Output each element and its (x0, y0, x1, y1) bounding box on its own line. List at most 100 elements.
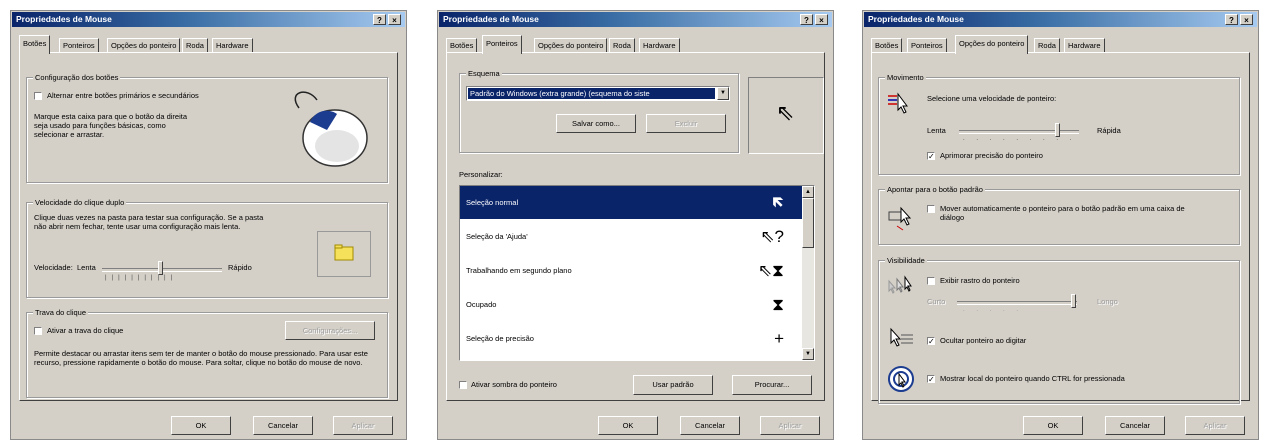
slider-ticks: . . . . . (963, 307, 1024, 313)
tab-botoes[interactable]: Botões (871, 38, 903, 53)
delete-button[interactable]: Excluir (646, 114, 726, 133)
use-default-button[interactable]: Usar padrão (633, 375, 713, 395)
chevron-down-icon[interactable]: ▼ (717, 87, 729, 100)
scrollbar[interactable]: ▲ ▼ (802, 186, 814, 360)
tab-opcoes-ponteiro[interactable]: Opções do ponteiro (955, 35, 1029, 54)
show-location-label: Mostrar local do ponteiro quando CTRL fo… (940, 374, 1125, 383)
fast-label: Rápida (1097, 126, 1121, 135)
tab-roda[interactable]: Roda (1034, 38, 1060, 53)
pointer-trails-label: Exibir rastro do ponteiro (940, 276, 1020, 285)
cursor-list-item[interactable]: Seleção da 'Ajuda' ⇖? (460, 220, 802, 253)
tab-strip: Botões Ponteiros Opções do ponteiro Roda… (871, 35, 1250, 54)
tab-opcoes-ponteiro[interactable]: Opções do ponteiro (107, 38, 181, 53)
group-label: Esquema (466, 69, 502, 78)
scheme-group: Esquema Padrão do Windows (extra grande)… (459, 69, 739, 153)
browse-button[interactable]: Procurar... (732, 375, 812, 395)
cancel-button[interactable]: Cancelar (1105, 416, 1165, 435)
speed-slider-thumb[interactable] (1055, 123, 1060, 137)
mouse-properties-window-pointers: Propriedades de Mouse ? × Botões Ponteir… (437, 10, 834, 440)
close-icon[interactable]: × (815, 14, 828, 25)
window-title: Propriedades de Mouse (443, 14, 539, 24)
ok-button[interactable]: OK (1023, 416, 1083, 435)
hide-pointer-checkbox[interactable]: ✓ (927, 337, 935, 345)
enhance-precision-checkbox[interactable]: ✓ (927, 152, 935, 160)
pointer-trails-icon (888, 275, 912, 294)
tab-ponteiros[interactable]: Ponteiros (59, 38, 99, 53)
button-config-description: Marque esta caixa para que o botão da di… (34, 112, 188, 139)
swap-buttons-checkbox[interactable] (34, 92, 42, 100)
arrow-cursor-icon: 🡼 (772, 193, 784, 212)
cursor-list-item-label: Trabalhando em segundo plano (466, 266, 572, 275)
cursor-list-item-label: Ocupado (466, 300, 497, 309)
tab-panel: Movimento Selecione uma velocidade de po… (871, 52, 1250, 404)
scroll-down-icon[interactable]: ▼ (802, 348, 814, 360)
mouse-properties-window-pointer-options: Propriedades de Mouse ? × Botões Ponteir… (862, 10, 1259, 440)
tab-hardware[interactable]: Hardware (639, 38, 680, 53)
apply-button[interactable]: Aplicar (333, 416, 393, 435)
tab-opcoes-ponteiro[interactable]: Opções do ponteiro (534, 38, 608, 53)
tab-botoes[interactable]: Botões (446, 38, 478, 53)
cursor-list-item-label: Seleção de precisão (466, 334, 534, 343)
test-folder-area[interactable] (317, 231, 371, 277)
apply-button[interactable]: Aplicar (1185, 416, 1245, 435)
cursor-list-item-label: Seleção normal (466, 198, 519, 207)
ok-button[interactable]: OK (171, 416, 231, 435)
title-bar[interactable]: Propriedades de Mouse ? × (12, 12, 405, 27)
cursor-list-item[interactable]: Ocupado ⧗ (460, 288, 802, 321)
motion-group: Movimento Selecione uma velocidade de po… (878, 73, 1240, 175)
help-icon[interactable]: ? (800, 14, 813, 25)
double-click-group: Velocidade do clique duplo Clique duas v… (26, 198, 388, 298)
long-label: Longo (1097, 297, 1118, 306)
click-lock-label: Ativar a trava do clique (47, 326, 124, 335)
double-click-slider-thumb[interactable] (158, 261, 163, 275)
fast-label: Rápido (228, 263, 252, 272)
hide-pointer-icon (890, 327, 913, 347)
short-label: Curto (927, 297, 946, 306)
close-icon[interactable]: × (1240, 14, 1253, 25)
click-lock-group: Trava do clique Ativar a trava do clique… (26, 308, 388, 398)
apply-button[interactable]: Aplicar (760, 416, 820, 435)
show-location-checkbox[interactable]: ✓ (927, 375, 935, 383)
title-bar[interactable]: Propriedades de Mouse ? × (864, 12, 1257, 27)
tab-panel: Configuração dos botões Alternar entre b… (19, 52, 398, 401)
trails-slider-thumb[interactable] (1071, 294, 1076, 308)
tab-botoes[interactable]: Botões (19, 35, 51, 54)
scheme-select[interactable]: Padrão do Windows (extra grande) (esquem… (466, 86, 730, 101)
cursor-list-item[interactable]: Seleção de precisão + (460, 322, 802, 355)
click-lock-settings-button[interactable]: Configurações... (285, 321, 375, 340)
tab-hardware[interactable]: Hardware (212, 38, 253, 53)
group-label: Movimento (885, 73, 926, 82)
tab-hardware[interactable]: Hardware (1064, 38, 1105, 53)
cancel-button[interactable]: Cancelar (253, 416, 313, 435)
close-icon[interactable]: × (388, 14, 401, 25)
cursor-list-item[interactable]: Seleção normal 🡼 (460, 186, 802, 219)
scheme-selected-value: Padrão do Windows (extra grande) (esquem… (468, 88, 715, 99)
pointer-shadow-checkbox[interactable] (459, 381, 467, 389)
group-label: Velocidade do clique duplo (33, 198, 127, 207)
help-icon[interactable]: ? (1225, 14, 1238, 25)
tab-roda[interactable]: Roda (609, 38, 635, 53)
window-title: Propriedades de Mouse (868, 14, 964, 24)
scroll-up-icon[interactable]: ▲ (802, 186, 814, 198)
enhance-precision-label: Aprimorar precisão do ponteiro (940, 151, 1043, 160)
save-as-button[interactable]: Salvar como... (556, 114, 636, 133)
tab-ponteiros[interactable]: Ponteiros (482, 35, 522, 54)
tab-ponteiros[interactable]: Ponteiros (907, 38, 947, 53)
cancel-button[interactable]: Cancelar (680, 416, 740, 435)
help-icon[interactable]: ? (373, 14, 386, 25)
working-cursor-icon: ⇖⧗ (757, 261, 784, 280)
click-lock-checkbox[interactable] (34, 327, 42, 335)
tab-strip: Botões Ponteiros Opções do ponteiro Roda… (446, 35, 825, 54)
scroll-thumb[interactable] (802, 198, 814, 248)
hourglass-cursor-icon: ⧗ (772, 295, 784, 314)
tab-roda[interactable]: Roda (182, 38, 208, 53)
snap-to-checkbox[interactable] (927, 205, 935, 213)
ok-button[interactable]: OK (598, 416, 658, 435)
pointer-trails-checkbox[interactable] (927, 277, 935, 285)
cursor-list-item[interactable]: Trabalhando em segundo plano ⇖⧗ (460, 254, 802, 287)
snap-to-group: Apontar para o botão padrão Mover automa… (878, 185, 1240, 245)
title-bar[interactable]: Propriedades de Mouse ? × (439, 12, 832, 27)
cursor-list-item-label: Seleção da 'Ajuda' (466, 232, 528, 241)
cursor-list[interactable]: Seleção normal 🡼 Seleção da 'Ajuda' ⇖? Traba… (459, 185, 815, 361)
swap-buttons-label: Alternar entre botões primários e secund… (47, 91, 199, 100)
